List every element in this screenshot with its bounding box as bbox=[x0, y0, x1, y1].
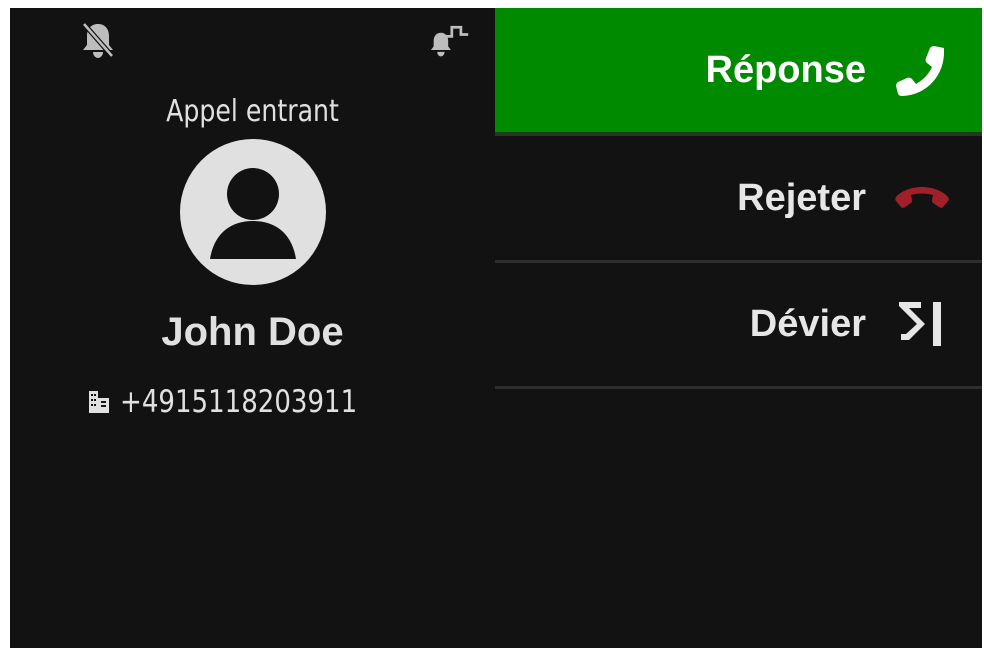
phone-hangup-icon bbox=[892, 168, 952, 228]
reject-button[interactable]: Rejeter bbox=[495, 136, 982, 260]
caller-number: +4915118203911 bbox=[120, 384, 358, 420]
deflect-button[interactable]: Dévier bbox=[495, 262, 982, 386]
answer-button[interactable]: Réponse bbox=[495, 8, 982, 132]
call-actions-pane: Réponse Rejeter Dévier bbox=[495, 8, 982, 648]
divider bbox=[495, 386, 982, 389]
call-status-label: Appel entrant bbox=[166, 94, 339, 129]
bell-signal-icon bbox=[430, 20, 470, 60]
avatar bbox=[180, 139, 326, 285]
caller-info-pane: Appel entrant John Doe +4915118203911 bbox=[10, 8, 495, 648]
caller-number-row: +4915118203911 bbox=[10, 384, 495, 420]
caller-name: John Doe bbox=[161, 310, 344, 354]
deflect-label: Dévier bbox=[749, 302, 866, 345]
bell-off-icon bbox=[78, 20, 118, 60]
answer-label: Réponse bbox=[705, 48, 866, 91]
reject-label: Rejeter bbox=[737, 176, 866, 219]
building-icon bbox=[88, 390, 110, 414]
phone-answer-icon bbox=[892, 40, 952, 100]
phone-screen: Appel entrant John Doe +4915118203911 Ré… bbox=[10, 8, 982, 648]
deflect-icon bbox=[892, 294, 952, 354]
